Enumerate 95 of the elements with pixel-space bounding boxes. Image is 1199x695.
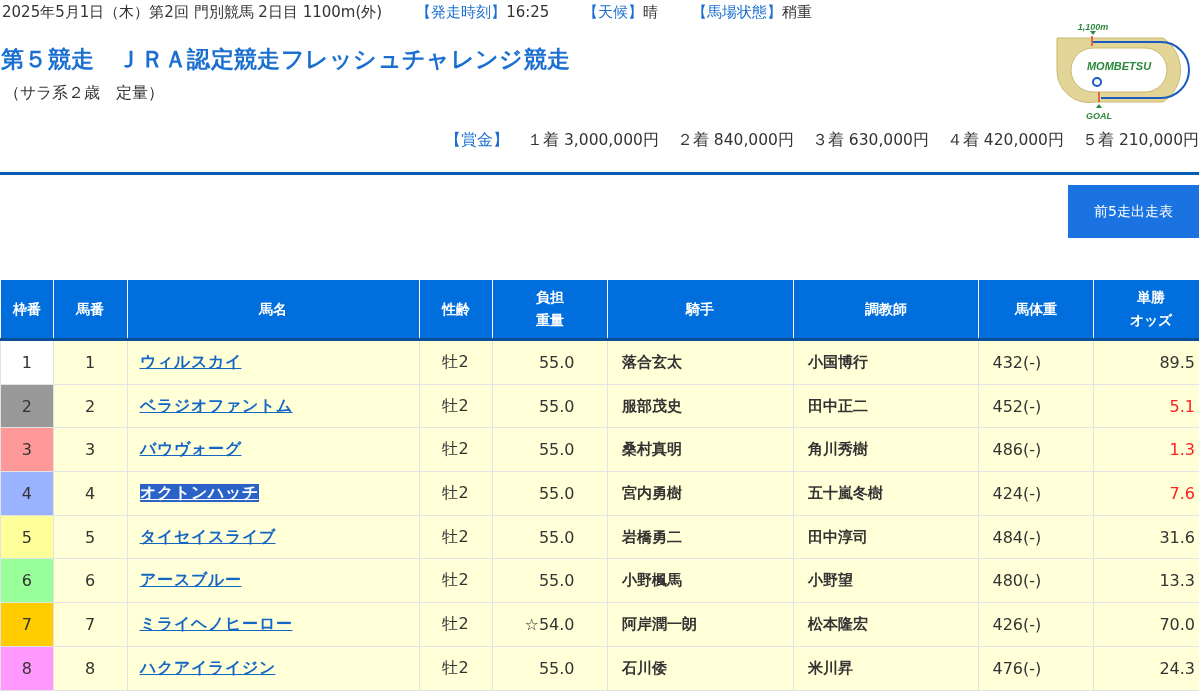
table-cell: 6 — [53, 558, 127, 603]
frame-number-cell: 4 — [0, 471, 53, 516]
race-title: 第５競走 ＪＲＡ認定競走フレッシュチャレンジ競走 — [0, 45, 571, 74]
table-cell: 桑村真明 — [607, 427, 793, 472]
table-cell: 田中正二 — [793, 384, 978, 428]
table-cell: 5.1 — [1093, 384, 1199, 428]
table-cell: 牡2 — [419, 384, 492, 428]
info-value: 稍重 — [782, 2, 813, 22]
table-cell: 55.0 — [492, 471, 607, 516]
table-cell: 牡2 — [419, 471, 492, 516]
table-cell: 牡2 — [419, 339, 492, 385]
info-value: 晴 — [643, 2, 659, 22]
table-cell: 4 — [53, 471, 127, 516]
table-cell: 1.3 — [1093, 427, 1199, 472]
race-date-line: 2025年5月1日（木）第2回 門別競馬 2日目 1100m(外) — [2, 2, 383, 22]
table-cell: 7 — [53, 602, 127, 647]
table-cell: 55.0 — [492, 339, 607, 385]
table-cell: 阿岸潤一朗 — [607, 602, 793, 647]
race-conditions: （サラ系２歳 定量） — [3, 83, 165, 104]
table-cell: 70.0 — [1093, 602, 1199, 647]
prize-amount: ２着 840,000円 — [676, 130, 794, 151]
table-cell: 石川倭 — [607, 646, 793, 690]
table-cell: 31.6 — [1093, 515, 1199, 559]
info-label: 【発走時刻】 — [416, 2, 507, 22]
table-cell: 牡2 — [419, 602, 492, 647]
table-cell: 宮内勇樹 — [607, 471, 793, 516]
table-cell: 落合玄太 — [607, 339, 793, 385]
table-cell: 牡2 — [419, 646, 492, 690]
table-cell: 13.3 — [1093, 558, 1199, 603]
frame-number-cell: 2 — [0, 384, 53, 428]
info-value: 16:25 — [506, 2, 550, 22]
prize-amount: ３着 630,000円 — [811, 130, 929, 151]
horse-name-link[interactable]: ウィルスカイ — [139, 352, 242, 371]
column-header: 枠番 — [12, 297, 41, 321]
prize-amount: ５着 210,000円 — [1081, 130, 1199, 151]
column-header: オッズ — [1129, 309, 1172, 332]
table-cell: 452(-) — [978, 384, 1093, 428]
table-cell: 五十嵐冬樹 — [793, 471, 978, 516]
info-label: 【馬場状態】 — [692, 2, 783, 22]
horse-name-link[interactable]: アースブルー — [139, 571, 242, 590]
table-cell: 486(-) — [978, 427, 1093, 472]
column-header: 騎手 — [686, 297, 714, 321]
table-cell: 服部茂史 — [607, 384, 793, 428]
table-cell: 89.5 — [1093, 339, 1199, 385]
table-cell: 牡2 — [419, 427, 492, 472]
table-cell: 小野望 — [793, 558, 978, 603]
table-cell: 牡2 — [419, 558, 492, 603]
column-header: 性齢 — [441, 297, 470, 321]
table-cell: 24.3 — [1093, 646, 1199, 690]
table-cell: 5 — [53, 515, 127, 559]
table-cell: 476(-) — [978, 646, 1093, 690]
frame-number-cell: 8 — [0, 646, 53, 690]
table-cell: 3 — [53, 427, 127, 472]
table-cell: 480(-) — [978, 558, 1093, 603]
table-cell: 1 — [53, 339, 127, 385]
frame-number-cell: 5 — [0, 515, 53, 559]
table-cell: 小野楓馬 — [607, 558, 793, 603]
table-cell: 小国博行 — [793, 339, 978, 385]
frame-number-cell: 1 — [0, 339, 53, 385]
horse-name-link[interactable]: バウヴォーグ — [139, 440, 242, 459]
table-cell: 7.6 — [1093, 471, 1199, 516]
table-cell: 55.0 — [492, 515, 607, 559]
table-cell: 55.0 — [492, 558, 607, 603]
table-cell: 牡2 — [419, 515, 492, 559]
table-cell: 55.0 — [492, 646, 607, 690]
table-cell: 8 — [53, 646, 127, 690]
prize-label: 【賞金】 — [445, 130, 510, 151]
past-races-button[interactable]: 前5走出走表 — [1068, 185, 1199, 238]
table-cell: 田中淳司 — [793, 515, 978, 559]
table-cell: 米川昇 — [793, 646, 978, 690]
column-header: 重量 — [535, 309, 564, 332]
frame-number-cell: 6 — [0, 558, 53, 603]
table-cell: 松本隆宏 — [793, 602, 978, 647]
info-label: 【天候】 — [583, 2, 644, 22]
frame-number-cell: 3 — [0, 427, 53, 472]
table-cell: 424(-) — [978, 471, 1093, 516]
table-cell: ☆54.0 — [492, 602, 607, 647]
table-cell: 岩橋勇二 — [607, 515, 793, 559]
table-cell: 432(-) — [978, 339, 1093, 385]
column-header: 負担 — [535, 286, 564, 309]
prize-amount: １着 3,000,000円 — [527, 130, 659, 151]
table-cell: 484(-) — [978, 515, 1093, 559]
horse-name-link[interactable]: オクトンハッチ — [139, 483, 259, 502]
table-cell: 426(-) — [978, 602, 1093, 647]
table-cell: 2 — [53, 384, 127, 428]
prize-amount: ４着 420,000円 — [946, 130, 1064, 151]
column-header: 馬名 — [259, 297, 287, 321]
table-cell: 角川秀樹 — [793, 427, 978, 472]
column-header: 調教師 — [864, 297, 907, 321]
table-cell: 55.0 — [492, 427, 607, 472]
column-header: 単勝 — [1136, 286, 1165, 309]
table-cell: 55.0 — [492, 384, 607, 428]
column-header: 馬体重 — [1014, 297, 1057, 321]
frame-number-cell: 7 — [0, 602, 53, 647]
column-header: 馬番 — [76, 297, 104, 321]
